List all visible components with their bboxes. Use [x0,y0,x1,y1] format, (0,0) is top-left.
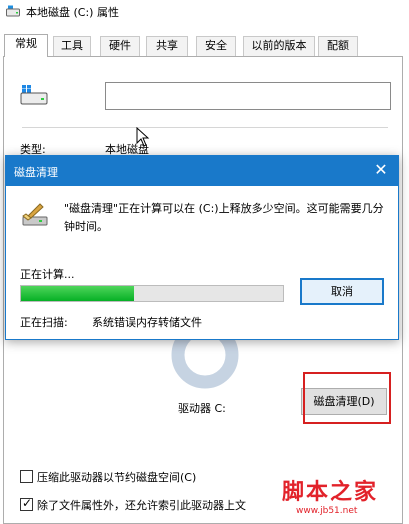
index-checkbox[interactable] [20,496,33,511]
watermark-text: 脚本之家 [282,479,379,505]
cancel-button[interactable]: 取消 [300,278,384,305]
title-bar: 本地磁盘 (C:) 属性 [0,0,409,24]
disk-cleanup-button[interactable]: 磁盘清理(D) [301,388,387,415]
tab-previous-versions[interactable]: 以前的版本 [243,36,315,56]
drive-icon [6,5,20,17]
tab-security[interactable]: 安全 [196,36,236,56]
tab-tools[interactable]: 工具 [53,36,91,56]
compress-drive-option[interactable]: 压缩此驱动器以节约磁盘空间(C) [20,468,220,486]
dialog-title: 磁盘清理 [14,166,58,179]
separator [22,127,388,128]
tab-strip: 常规 工具 硬件 共享 安全 以前的版本 配额 [0,34,409,57]
progress-fill [21,286,134,301]
mouse-cursor-icon [136,127,150,147]
compress-checkbox-label: 压缩此驱动器以节约磁盘空间(C) [37,471,197,484]
disk-cleanup-icon [22,203,48,226]
tab-general[interactable]: 常规 [4,34,48,57]
volume-label-input[interactable] [105,82,391,110]
window-title: 本地磁盘 (C:) 属性 [26,6,119,19]
close-icon[interactable]: ✕ [372,160,390,180]
index-checkbox-label: 除了文件属性外，还允许索引此驱动器上文 [37,499,246,512]
scanning-label: 正在扫描: [20,316,68,329]
tab-sharing[interactable]: 共享 [146,36,188,56]
dialog-title-bar: 磁盘清理 ✕ [6,156,398,186]
tab-hardware[interactable]: 硬件 [100,36,140,56]
index-drive-option[interactable]: 除了文件属性外，还允许索引此驱动器上文 [20,496,290,514]
dialog-message: "磁盘清理"正在计算可以在 (C:)上释放多少空间。这可能需要几分钟时间。 [64,202,384,233]
compress-checkbox[interactable] [20,470,33,483]
drive-label: 驱动器 C: [178,402,226,415]
watermark: 脚本之家 www.jb51.net [282,474,406,522]
tab-quota[interactable]: 配额 [318,36,358,56]
scanning-value: 系统错误内存转储文件 [92,316,202,329]
calculating-label: 正在计算... [20,268,75,281]
disk-icon [20,85,48,105]
watermark-url: www.jb51.net [296,506,358,516]
disk-cleanup-dialog: 磁盘清理 ✕ "磁盘清理"正在计算可以在 (C:)上释放多少空间。这可能需要几分… [5,155,399,340]
progress-bar [20,285,284,302]
